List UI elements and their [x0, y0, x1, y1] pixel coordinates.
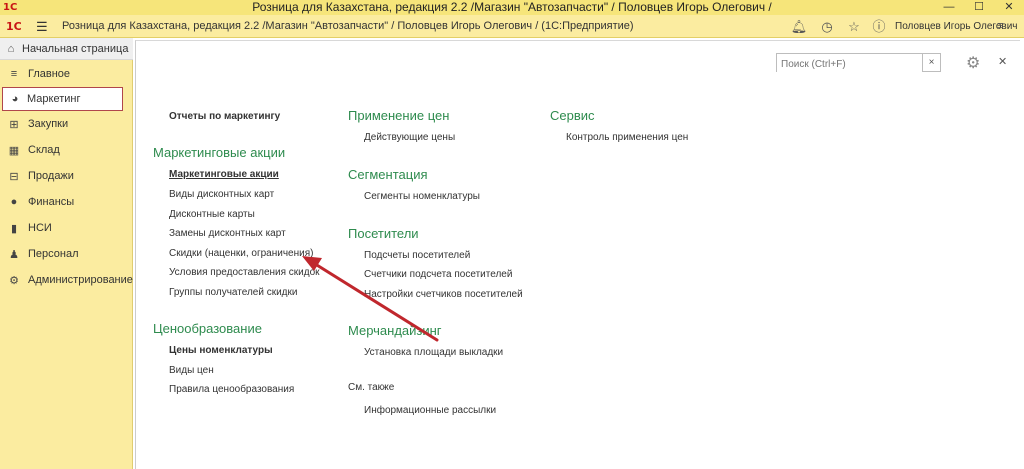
search-box: × — [776, 53, 941, 73]
info-icon[interactable]: ⓘ — [870, 15, 888, 38]
home-icon: ⌂ — [7, 42, 15, 55]
cart-icon: ⊟ — [9, 170, 19, 183]
pie-chart-icon: ◕ — [11, 93, 19, 105]
sidebar-item-label: Персонал — [28, 248, 79, 260]
section-panel: × ⚙ ✕ Отчеты по маркетингу Маркетинговые… — [135, 40, 1020, 469]
sidebar-item-warehouse[interactable]: ▦ Склад — [0, 137, 133, 163]
link-price-control[interactable]: Контроль применения цен — [566, 132, 688, 143]
book-icon: ▮ — [10, 222, 18, 235]
sidebar: ⌂ Начальная страница ≡ Главное ◕ Маркети… — [0, 38, 133, 469]
link-info-mailings[interactable]: Информационные рассылки — [364, 405, 496, 416]
window-title: Розница для Казахстана, редакция 2.2 /Ма… — [252, 0, 772, 14]
clear-search-button[interactable]: × — [922, 54, 940, 71]
window-titlebar: 1С Розница для Казахстана, редакция 2.2 … — [0, 0, 1024, 15]
sidebar-item-sales[interactable]: ⊟ Продажи — [0, 163, 133, 189]
person-icon: ♟ — [9, 248, 19, 261]
sidebar-item-admin[interactable]: ⚙ Администрирование — [0, 267, 133, 293]
sidebar-item-label: НСИ — [28, 222, 52, 234]
link-promotions[interactable]: Маркетинговые акции — [169, 169, 279, 180]
home-page-tab[interactable]: ⌂ Начальная страница — [0, 38, 133, 60]
link-display-area-setup[interactable]: Установка площади выкладки — [364, 347, 503, 358]
sidebar-item-label: Склад — [28, 144, 60, 156]
sidebar-item-label: Администрирование — [28, 274, 133, 286]
maximize-button[interactable]: ☐ — [964, 0, 994, 15]
sidebar-item-label: Маркетинг — [27, 93, 81, 105]
see-also-title: См. также — [348, 382, 395, 393]
gear-icon: ⚙ — [9, 274, 19, 287]
sidebar-item-finance[interactable]: ● Финансы — [0, 189, 133, 215]
home-label: Начальная страница — [22, 42, 129, 55]
warehouse-icon: ▦ — [8, 144, 20, 157]
link-discount-cards[interactable]: Дисконтные карты — [169, 209, 255, 220]
sidebar-item-main[interactable]: ≡ Главное — [0, 61, 133, 87]
sidebar-item-personnel[interactable]: ♟ Персонал — [0, 241, 133, 267]
link-discount-card-replacements[interactable]: Замены дисконтных карт — [169, 228, 286, 239]
sidebar-item-purchases[interactable]: ⊞ Закупки — [0, 111, 133, 137]
section-nav: ≡ Главное ◕ Маркетинг ⊞ Закупки ▦ Склад … — [0, 61, 133, 293]
history-icon[interactable]: ◷ — [818, 15, 836, 38]
star-icon[interactable]: ☆ — [845, 15, 863, 38]
section-title-segmentation: Сегментация — [348, 167, 428, 182]
purchases-icon: ⊞ — [9, 118, 19, 131]
hamburger-menu-icon[interactable]: ☰ — [36, 15, 48, 38]
bell-icon[interactable]: 🔔︎ — [790, 15, 808, 38]
link-item-segments[interactable]: Сегменты номенклатуры — [364, 191, 480, 202]
settings-menu-icon[interactable]: ≡ — [997, 15, 1003, 38]
link-discount-recipient-groups[interactable]: Группы получателей скидки — [169, 287, 297, 298]
link-discount-card-types[interactable]: Виды дисконтных карт — [169, 189, 274, 200]
link-pricing-rules[interactable]: Правила ценообразования — [169, 384, 294, 395]
close-window-button[interactable]: ✕ — [994, 0, 1024, 15]
sidebar-item-label: Финансы — [28, 196, 75, 208]
sidebar-item-label: Закупки — [28, 118, 69, 130]
link-visitor-counter-settings[interactable]: Настройки счетчиков посетителей — [364, 289, 523, 300]
section-title-merchandising: Мерчандайзинг — [348, 323, 442, 338]
link-discount-conditions[interactable]: Условия предоставления скидок — [169, 267, 320, 278]
minimize-button[interactable]: — — [934, 0, 964, 15]
link-visitor-counts[interactable]: Подсчеты посетителей — [364, 250, 470, 261]
sidebar-item-label: Продажи — [28, 170, 74, 182]
sidebar-item-label: Главное — [28, 68, 71, 80]
close-icon[interactable]: ✕ — [998, 55, 1007, 68]
app-path: Розница для Казахстана, редакция 2.2 /Ма… — [62, 20, 634, 32]
link-discounts[interactable]: Скидки (наценки, ограничения) — [169, 248, 313, 259]
section-title-visitors: Посетители — [348, 226, 419, 241]
section-title-pricing: Ценообразование — [153, 321, 262, 336]
link-current-prices[interactable]: Действующие цены — [364, 132, 455, 143]
reports-link[interactable]: Отчеты по маркетингу — [169, 111, 280, 122]
section-title-service: Сервис — [550, 108, 595, 123]
section-title-price-apply: Применение цен — [348, 108, 450, 123]
list-icon: ≡ — [10, 68, 18, 80]
section-title-promo: Маркетинговые акции — [153, 145, 286, 160]
app-toolbar: 1С ☰ Розница для Казахстана, редакция 2.… — [0, 15, 1024, 38]
coin-icon: ● — [10, 196, 18, 208]
panel-settings-icon[interactable]: ⚙ — [966, 53, 980, 73]
sidebar-item-nsi[interactable]: ▮ НСИ — [0, 215, 133, 241]
1c-logo[interactable]: 1С — [6, 15, 22, 38]
sidebar-item-marketing[interactable]: ◕ Маркетинг — [2, 87, 123, 111]
link-visitor-counters[interactable]: Счетчики подсчета посетителей — [364, 269, 512, 280]
link-item-prices[interactable]: Цены номенклатуры — [169, 345, 273, 356]
search-input[interactable] — [777, 56, 922, 73]
link-price-types[interactable]: Виды цен — [169, 365, 214, 376]
